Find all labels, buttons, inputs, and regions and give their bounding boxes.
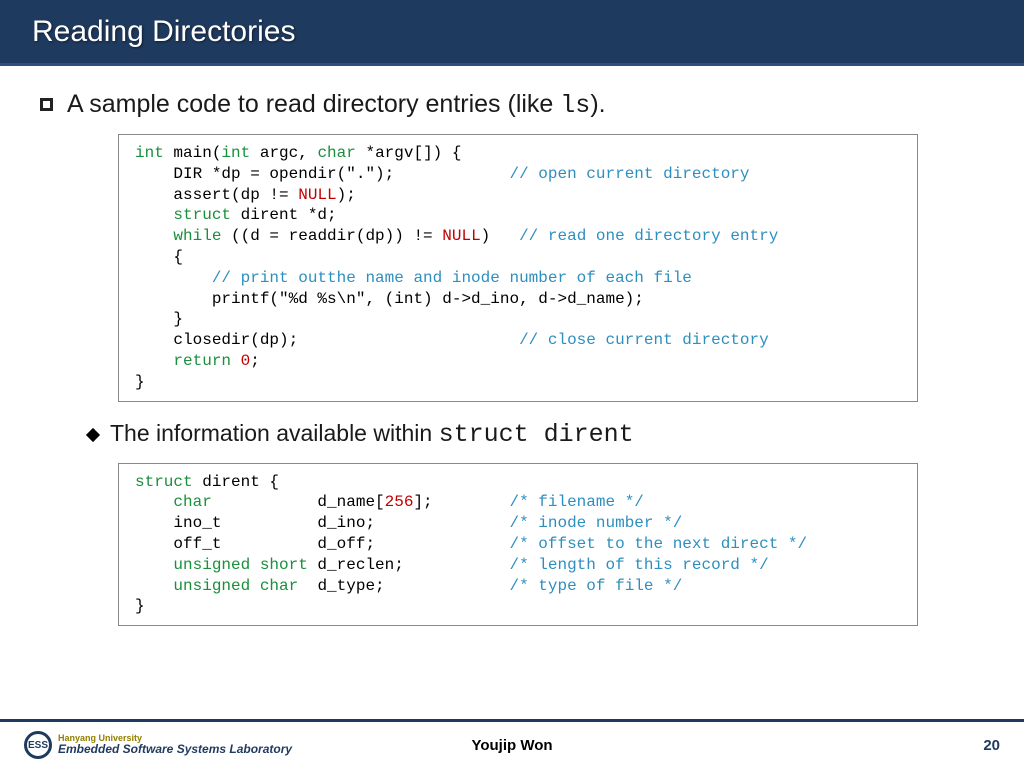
footer: ESS Hanyang University Embedded Software… bbox=[0, 722, 1024, 768]
page-number: 20 bbox=[983, 737, 1000, 754]
diamond-bullet-icon bbox=[86, 427, 100, 441]
square-bullet-icon bbox=[40, 98, 53, 111]
slide-body: A sample code to read directory entries … bbox=[0, 66, 1024, 626]
bullet-text: A sample code to read directory entries … bbox=[67, 90, 606, 120]
lab-name: Embedded Software Systems Laboratory bbox=[58, 743, 292, 756]
code-block-main: int main(int argc, char *argv[]) { DIR *… bbox=[118, 134, 918, 402]
slide: Reading Directories A sample code to rea… bbox=[0, 0, 1024, 768]
bullet-mono: ls bbox=[560, 91, 590, 120]
logo-icon: ESS bbox=[24, 731, 52, 759]
sub-bullet-mono: struct dirent bbox=[439, 420, 634, 449]
code-block-struct: struct dirent { char d_name[256]; /* fil… bbox=[118, 463, 918, 627]
bullet-prefix: A sample code to read directory entries … bbox=[67, 90, 560, 118]
sub-bullet-item: The information available within struct … bbox=[88, 420, 984, 449]
sub-bullet-prefix: The information available within bbox=[110, 420, 439, 446]
logo: ESS Hanyang University Embedded Software… bbox=[24, 731, 292, 759]
logo-text: Hanyang University Embedded Software Sys… bbox=[58, 734, 292, 756]
slide-title: Reading Directories bbox=[32, 15, 295, 49]
bullet-suffix: ). bbox=[590, 90, 605, 118]
bullet-item: A sample code to read directory entries … bbox=[40, 90, 984, 120]
author-name: Youjip Won bbox=[471, 737, 552, 754]
title-band: Reading Directories bbox=[0, 0, 1024, 66]
sub-bullet-text: The information available within struct … bbox=[110, 420, 634, 449]
